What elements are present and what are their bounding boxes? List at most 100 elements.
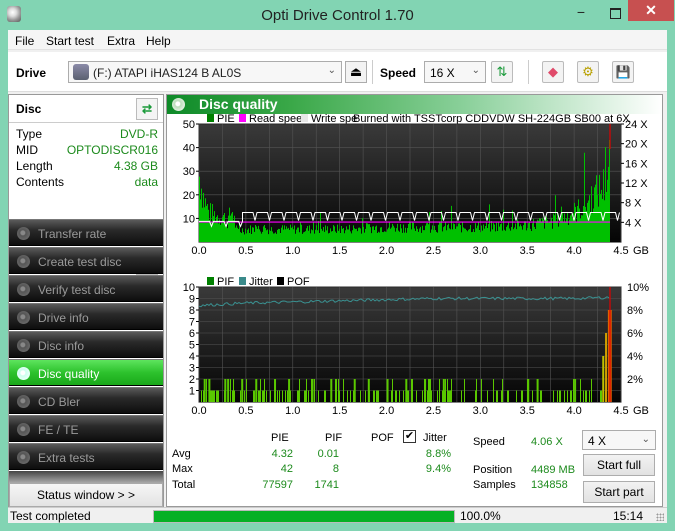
max-pif: 8 — [332, 463, 339, 475]
fe-te-icon — [17, 423, 30, 436]
menu-extra[interactable]: Extra — [107, 34, 135, 48]
speed-select[interactable]: 16 X ⌄ — [424, 61, 486, 83]
nav-filler — [9, 471, 163, 483]
y-tick-label: 20 — [183, 190, 195, 202]
pif-bar — [429, 379, 430, 402]
pif-bar — [325, 390, 326, 402]
test-speed-select[interactable]: 4 X ⌄ — [582, 430, 656, 450]
total-pie: 77597 — [262, 479, 293, 491]
x-tick-label: 2.5 — [426, 245, 441, 257]
nav-item-label: Disc info — [38, 339, 85, 353]
pif-bar — [464, 379, 465, 402]
nav-item-create-test-disc[interactable]: Create test disc — [9, 247, 163, 274]
pif-bar — [476, 379, 477, 402]
pif-bar — [447, 379, 448, 402]
y-tick-label: 10 — [183, 282, 195, 294]
legend-label-1: Read speed — [249, 114, 308, 125]
start-full-button[interactable]: Start full — [583, 454, 655, 476]
start-part-button[interactable]: Start part — [583, 481, 655, 503]
drive-select[interactable]: (F:) ATAPI iHAS124 B AL0S ⌄ — [68, 61, 342, 83]
pif-bar — [386, 379, 389, 402]
settings-icon[interactable]: ⚙ — [577, 61, 599, 83]
disc-mid-row: MID OPTODISCR016 — [16, 143, 158, 158]
nav-item-disc-info[interactable]: Disc info — [9, 331, 163, 358]
nav-item-fe-te[interactable]: FE / TE — [9, 415, 163, 442]
y-tick-label: 2 — [189, 374, 195, 386]
pif-bar — [501, 390, 502, 402]
menu-help[interactable]: Help — [146, 34, 171, 48]
refresh-drive-button[interactable]: ⇅ — [491, 61, 513, 83]
pif-bar — [487, 390, 488, 402]
nav-item-cd-bler[interactable]: CD Bler — [9, 387, 163, 414]
eject-button[interactable]: ⏏ — [345, 61, 367, 83]
y2-tick-label: 12 X — [625, 178, 648, 190]
nav-item-transfer-rate[interactable]: Transfer rate — [9, 219, 163, 246]
maximize-button[interactable] — [602, 4, 628, 24]
pif-bar — [373, 390, 374, 402]
pif-bar — [424, 379, 427, 402]
save-icon[interactable]: 💾 — [612, 61, 634, 83]
pif-bar — [298, 390, 299, 402]
minimize-button[interactable]: − — [568, 4, 594, 24]
pif-bar — [201, 390, 202, 402]
erase-icon[interactable]: ◆ — [542, 61, 564, 83]
progress-fill — [154, 511, 454, 522]
legend-swatch-write-spe — [301, 114, 308, 122]
pif-bar — [258, 390, 259, 402]
pif-bar — [448, 390, 449, 402]
menu-start-test[interactable]: Start test — [46, 34, 94, 48]
nav-item-verify-test-disc[interactable]: Verify test disc — [9, 275, 163, 302]
pif-bar — [391, 390, 392, 402]
max-pie: 42 — [280, 463, 293, 475]
disc-header: Disc ⇄ — [9, 95, 163, 123]
speed-stat-value: 4.06 X — [531, 436, 563, 448]
pif-bar — [279, 390, 280, 402]
pif-bar — [244, 390, 245, 402]
jitter-checkbox[interactable]: ✔ — [403, 430, 416, 443]
main-title: Disc quality — [199, 96, 278, 112]
avg-pif: 0.01 — [317, 448, 339, 460]
nav-item-label: CD Bler — [38, 395, 81, 409]
pif-bar — [395, 390, 396, 402]
pif-bar — [583, 390, 584, 402]
resize-grip[interactable] — [656, 513, 664, 521]
y-tick-label: 30 — [183, 166, 195, 178]
menu-file[interactable]: File — [15, 34, 34, 48]
refresh-disc-button[interactable]: ⇄ — [136, 98, 158, 120]
pif-bar — [227, 379, 230, 402]
nav-item-disc-quality[interactable]: Disc quality — [9, 359, 163, 386]
pif-bar — [232, 390, 233, 402]
x-tick-label: 2.5 — [426, 405, 441, 417]
pif-bar — [299, 379, 300, 402]
disc-title: Disc — [16, 102, 42, 116]
drive-icon — [73, 64, 89, 80]
pif-bar — [521, 390, 522, 402]
pif-bar — [246, 379, 247, 402]
status-window-button[interactable]: Status window > > — [9, 483, 163, 507]
pif-bar — [304, 390, 305, 402]
pif-bar — [338, 379, 339, 402]
x-tick-label: 0.0 — [191, 245, 206, 257]
pif-bar — [600, 390, 601, 402]
toolbar: Drive (F:) ATAPI iHAS124 B AL0S ⌄ ⏏ Spee… — [8, 52, 667, 92]
legend-label-pif: PIF — [217, 276, 234, 288]
pif-bar — [602, 356, 605, 402]
pif-bar — [557, 390, 558, 402]
extra-tests-icon — [17, 451, 30, 464]
close-button[interactable]: ✕ — [628, 0, 674, 21]
pif-bar — [396, 390, 397, 402]
pif-bar — [367, 379, 370, 402]
x-axis-unit: GB — [633, 245, 649, 257]
nav-item-extra-tests[interactable]: Extra tests — [9, 443, 163, 470]
nav-item-drive-info[interactable]: Drive info — [9, 303, 163, 330]
pif-bar — [255, 379, 258, 402]
pif-bar — [573, 379, 574, 402]
pif-bar — [392, 379, 393, 402]
x-tick-label: 0.5 — [238, 245, 253, 257]
pif-bar — [445, 379, 446, 402]
x-axis-unit: GB — [633, 405, 649, 417]
x-tick-label: 0.5 — [238, 405, 253, 417]
legend-swatch-jitter — [239, 277, 246, 285]
pif-bar — [206, 379, 207, 402]
pif-bar — [218, 390, 219, 402]
